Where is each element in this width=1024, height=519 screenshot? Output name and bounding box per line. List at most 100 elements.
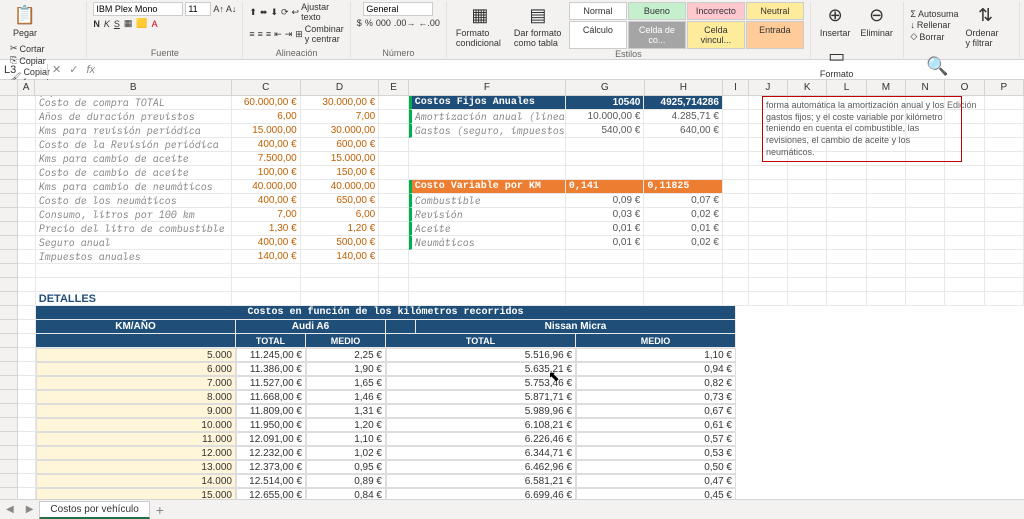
- cell[interactable]: [18, 152, 36, 166]
- cell[interactable]: 640,00 €: [644, 124, 723, 138]
- row-header[interactable]: [0, 180, 17, 194]
- cell[interactable]: Kms para cambio de neumáticos: [36, 180, 232, 194]
- cell[interactable]: [566, 152, 645, 166]
- cell[interactable]: 150,00 €: [301, 166, 380, 180]
- cell[interactable]: Consumo, litros por 100 km: [36, 208, 232, 222]
- cell-total2[interactable]: 6.226,46 €: [386, 432, 576, 446]
- cell[interactable]: 7,00: [232, 208, 301, 222]
- increase-indent-button[interactable]: ⇥: [285, 24, 293, 44]
- cell[interactable]: [827, 264, 866, 278]
- row-header[interactable]: [0, 124, 17, 138]
- cell[interactable]: [906, 236, 945, 250]
- col-header-A[interactable]: A: [18, 80, 36, 95]
- cell[interactable]: [906, 194, 945, 208]
- cell[interactable]: [906, 180, 945, 194]
- orientation-button[interactable]: ⟳: [281, 2, 289, 22]
- cell-km[interactable]: 9.000: [36, 404, 236, 418]
- italic-button[interactable]: K: [104, 18, 110, 29]
- cell[interactable]: 1,30 €: [232, 222, 301, 236]
- sort-filter-button[interactable]: ⇅Ordenar y filtrar: [963, 2, 1009, 49]
- cell[interactable]: 400,00 €: [232, 138, 301, 152]
- cell[interactable]: [788, 222, 827, 236]
- cell[interactable]: [827, 250, 866, 264]
- cells-area[interactable]: Costo de compra TOTAL60.000,00 €30.000,0…: [18, 96, 1024, 499]
- cell[interactable]: [985, 110, 1024, 124]
- cell[interactable]: [723, 222, 749, 236]
- col-header-F[interactable]: F: [409, 80, 566, 95]
- comma-button[interactable]: 000: [376, 18, 391, 28]
- cell[interactable]: [945, 250, 984, 264]
- style-incorrecto[interactable]: Incorrecto: [687, 2, 745, 20]
- cell[interactable]: [18, 236, 36, 250]
- style-neutral[interactable]: Neutral: [746, 2, 804, 20]
- cell[interactable]: [985, 208, 1024, 222]
- percent-button[interactable]: %: [365, 18, 373, 28]
- cell[interactable]: Kms para cambio de aceite: [36, 152, 232, 166]
- cell[interactable]: [945, 222, 984, 236]
- cell[interactable]: Costo Variable por KM: [409, 180, 566, 194]
- cell[interactable]: [788, 208, 827, 222]
- cell[interactable]: [644, 264, 723, 278]
- cell[interactable]: [867, 250, 906, 264]
- name-box[interactable]: L3: [0, 64, 48, 76]
- worksheet-grid[interactable]: ABCDEFGHIJKLMNOP Costo de compra TOTAL60…: [0, 80, 1024, 499]
- row-header[interactable]: [0, 222, 17, 236]
- cell[interactable]: [985, 222, 1024, 236]
- fill-color-button[interactable]: 🟨: [136, 18, 147, 29]
- cell[interactable]: [566, 138, 645, 152]
- cell-medio1[interactable]: 1,46 €: [306, 390, 386, 404]
- col-header-E[interactable]: E: [379, 80, 408, 95]
- row-header[interactable]: [0, 278, 17, 292]
- cell[interactable]: 540,00 €: [566, 124, 645, 138]
- cell[interactable]: 30.000,00 €: [301, 96, 380, 110]
- cell[interactable]: [906, 208, 945, 222]
- row-header[interactable]: [0, 488, 17, 499]
- cell[interactable]: [409, 152, 566, 166]
- cell[interactable]: [945, 236, 984, 250]
- cell[interactable]: Revisión: [409, 208, 566, 222]
- shrink-font-button[interactable]: A↓: [226, 2, 237, 16]
- cell[interactable]: [945, 166, 984, 180]
- cell[interactable]: [723, 180, 749, 194]
- cell[interactable]: [985, 180, 1024, 194]
- row-header[interactable]: [0, 194, 17, 208]
- cell[interactable]: [379, 180, 409, 194]
- cell[interactable]: [788, 194, 827, 208]
- increase-decimal-button[interactable]: .00→: [394, 18, 416, 28]
- col-header-O[interactable]: O: [945, 80, 984, 95]
- cell-medio1[interactable]: 1,20 €: [306, 418, 386, 432]
- cell[interactable]: [409, 264, 566, 278]
- cell[interactable]: [232, 264, 301, 278]
- cell[interactable]: [723, 208, 749, 222]
- align-right-button[interactable]: ≡: [266, 24, 271, 44]
- cell[interactable]: [379, 264, 409, 278]
- cell[interactable]: [906, 166, 945, 180]
- cell[interactable]: [723, 166, 749, 180]
- cell[interactable]: [867, 180, 906, 194]
- cell-medio2[interactable]: 0,67 €: [576, 404, 736, 418]
- cell-km[interactable]: 5.000: [36, 348, 236, 362]
- cell[interactable]: 7.500,00: [232, 152, 301, 166]
- cell[interactable]: Costos Fijos Anuales: [409, 96, 566, 110]
- cell[interactable]: [985, 152, 1024, 166]
- cell[interactable]: [788, 264, 827, 278]
- cell[interactable]: 4925,714286: [644, 96, 723, 110]
- cell[interactable]: [18, 124, 36, 138]
- cell[interactable]: [409, 166, 566, 180]
- cell[interactable]: Costo de cambio de aceite: [36, 166, 232, 180]
- cell-total1[interactable]: 12.091,00 €: [236, 432, 306, 446]
- font-name-select[interactable]: [93, 2, 183, 16]
- cell[interactable]: [723, 96, 749, 110]
- cell-medio1[interactable]: 1,10 €: [306, 432, 386, 446]
- format-table-button[interactable]: ▤Dar formato como tabla: [511, 2, 565, 49]
- cell[interactable]: [906, 250, 945, 264]
- cell-medio1[interactable]: 0,95 €: [306, 460, 386, 474]
- cell[interactable]: [36, 264, 232, 278]
- cell[interactable]: [749, 264, 788, 278]
- cell-total2[interactable]: 5.871,71 €: [386, 390, 576, 404]
- align-left-button[interactable]: ≡: [249, 24, 254, 44]
- cell[interactable]: [749, 208, 788, 222]
- cell[interactable]: Gastos (seguro, impuestos..): [409, 124, 566, 138]
- cell[interactable]: [788, 250, 827, 264]
- cell[interactable]: [566, 166, 645, 180]
